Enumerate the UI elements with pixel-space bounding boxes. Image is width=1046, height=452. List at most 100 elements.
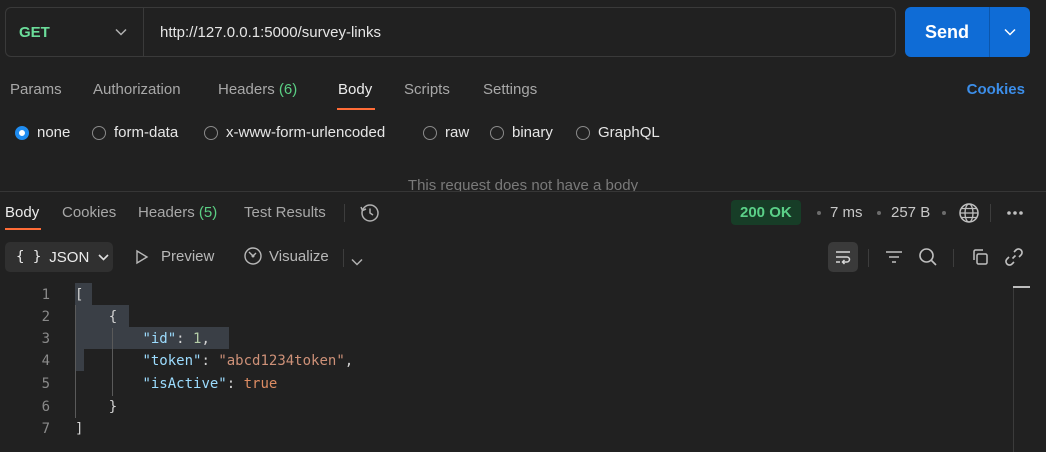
code-line: 1 [ [0, 283, 1000, 306]
radio-binary[interactable]: binary [490, 124, 553, 141]
response-tab-cookies[interactable]: Cookies [62, 204, 116, 221]
url-bar: GET http://127.0.0.1:5000/survey-links [5, 7, 896, 57]
line-number: 4 [41, 352, 50, 369]
separator [953, 249, 954, 267]
line-number: 1 [41, 286, 50, 303]
radio-graphql[interactable]: GraphQL [576, 124, 660, 141]
code-line: 5 "isActive": true [0, 372, 1000, 395]
line-number: 6 [41, 398, 50, 415]
play-icon [136, 249, 149, 264]
send-button[interactable]: Send [905, 22, 989, 43]
radio-checked-icon [15, 125, 29, 140]
response-tab-body[interactable]: Body [5, 204, 39, 221]
response-tab-headers-label: Headers [138, 204, 195, 221]
scrollbar-thumb[interactable] [1013, 286, 1030, 288]
separator [868, 249, 869, 267]
tab-settings[interactable]: Settings [483, 81, 537, 98]
url-input[interactable]: http://127.0.0.1:5000/survey-links [144, 24, 381, 41]
wrap-lines-button[interactable] [828, 242, 858, 272]
cookies-link[interactable]: Cookies [967, 81, 1025, 98]
response-body-editor[interactable]: 1 [ 2 { 3 "id": 1, 4 "token": "abcd1234t… [0, 282, 1046, 452]
radio-none[interactable]: none [15, 124, 70, 141]
code-line: 3 "id": 1, [0, 327, 1000, 350]
link-button[interactable] [999, 242, 1029, 272]
preview-label: Preview [161, 248, 215, 265]
radio-raw[interactable]: raw [423, 124, 469, 141]
tab-authorization[interactable]: Authorization [93, 81, 181, 98]
json-key: "token" [142, 352, 202, 369]
radio-label: binary [512, 124, 553, 141]
chevron-down-icon [1004, 28, 1016, 36]
active-tab-indicator [337, 108, 375, 110]
response-time[interactable]: 7 ms [830, 204, 863, 221]
chevron-down-icon[interactable] [351, 253, 363, 271]
json-brace: } [108, 398, 118, 415]
dot-separator [942, 211, 946, 215]
dot-separator [817, 211, 821, 215]
link-icon [1005, 248, 1023, 266]
tab-headers[interactable]: Headers (6) [218, 81, 297, 98]
preview-button[interactable]: Preview [135, 248, 214, 265]
history-icon[interactable] [359, 202, 381, 229]
json-bracket: [ [75, 286, 84, 303]
filter-button[interactable] [879, 242, 909, 272]
separator [990, 204, 991, 222]
radio-label: GraphQL [598, 124, 660, 141]
radio-icon [204, 125, 218, 140]
json-braces-icon: { } [16, 249, 42, 265]
send-button-group: Send [905, 7, 1030, 57]
response-tabs: Body Cookies Headers (5) Test Results 20… [0, 198, 1046, 230]
no-body-message: This request does not have a body [407, 177, 639, 191]
radio-form-data[interactable]: form-data [92, 124, 178, 141]
tab-headers-label: Headers [218, 81, 275, 98]
response-tab-test-results[interactable]: Test Results [244, 204, 326, 221]
code-line: 6 } [0, 395, 1000, 418]
dot-separator [877, 211, 881, 215]
headers-count: (6) [278, 81, 298, 98]
request-tabs: Params Authorization Headers (6) Body Sc… [0, 78, 1046, 112]
visualize-button[interactable]: Visualize [243, 246, 329, 266]
filter-icon [886, 251, 902, 263]
json-string: "abcd1234token" [218, 352, 345, 369]
format-label: JSON [49, 248, 90, 266]
more-options-icon[interactable] [1005, 204, 1025, 227]
body-type-options: none form-data x-www-form-urlencoded raw… [0, 124, 1046, 146]
radio-label: raw [445, 124, 470, 141]
radio-label: none [37, 124, 71, 141]
status-badge[interactable]: 200 OK [731, 200, 801, 225]
response-size[interactable]: 257 B [891, 204, 930, 221]
radio-icon [92, 125, 106, 140]
code-line: 2 { [0, 305, 1000, 328]
tab-params[interactable]: Params [10, 81, 62, 98]
code-line: 4 "token": "abcd1234token", [0, 349, 1000, 372]
response-headers-count: (5) [198, 204, 218, 221]
radio-icon [490, 125, 504, 140]
response-toolbar: { } JSON Preview Visualize [0, 241, 1046, 273]
line-number: 3 [41, 330, 50, 347]
response-tab-headers[interactable]: Headers (5) [138, 204, 217, 221]
radio-urlencoded[interactable]: x-www-form-urlencoded [204, 124, 385, 141]
tab-scripts[interactable]: Scripts [404, 81, 450, 98]
chevron-down-icon [98, 253, 109, 261]
code-line: 7 ] [0, 417, 1000, 440]
visualize-label: Visualize [269, 247, 329, 265]
json-brace: { [108, 308, 118, 325]
line-number: 7 [41, 420, 50, 437]
tab-body[interactable]: Body [338, 81, 372, 98]
line-number: 2 [41, 308, 50, 325]
chevron-down-icon [115, 28, 127, 36]
method-select[interactable]: GET [6, 8, 144, 56]
visualize-icon [244, 247, 262, 265]
scrollbar-track[interactable] [1013, 288, 1014, 452]
pane-divider[interactable] [0, 191, 1046, 192]
send-options-button[interactable] [990, 28, 1030, 36]
json-key: "isActive" [142, 375, 227, 392]
copy-icon [973, 249, 988, 265]
globe-icon[interactable] [958, 202, 980, 229]
radio-icon [576, 125, 590, 140]
copy-button[interactable] [965, 242, 995, 272]
method-label: GET [19, 23, 50, 41]
format-select[interactable]: { } JSON [5, 242, 113, 272]
search-icon [919, 248, 937, 266]
search-button[interactable] [913, 242, 943, 272]
